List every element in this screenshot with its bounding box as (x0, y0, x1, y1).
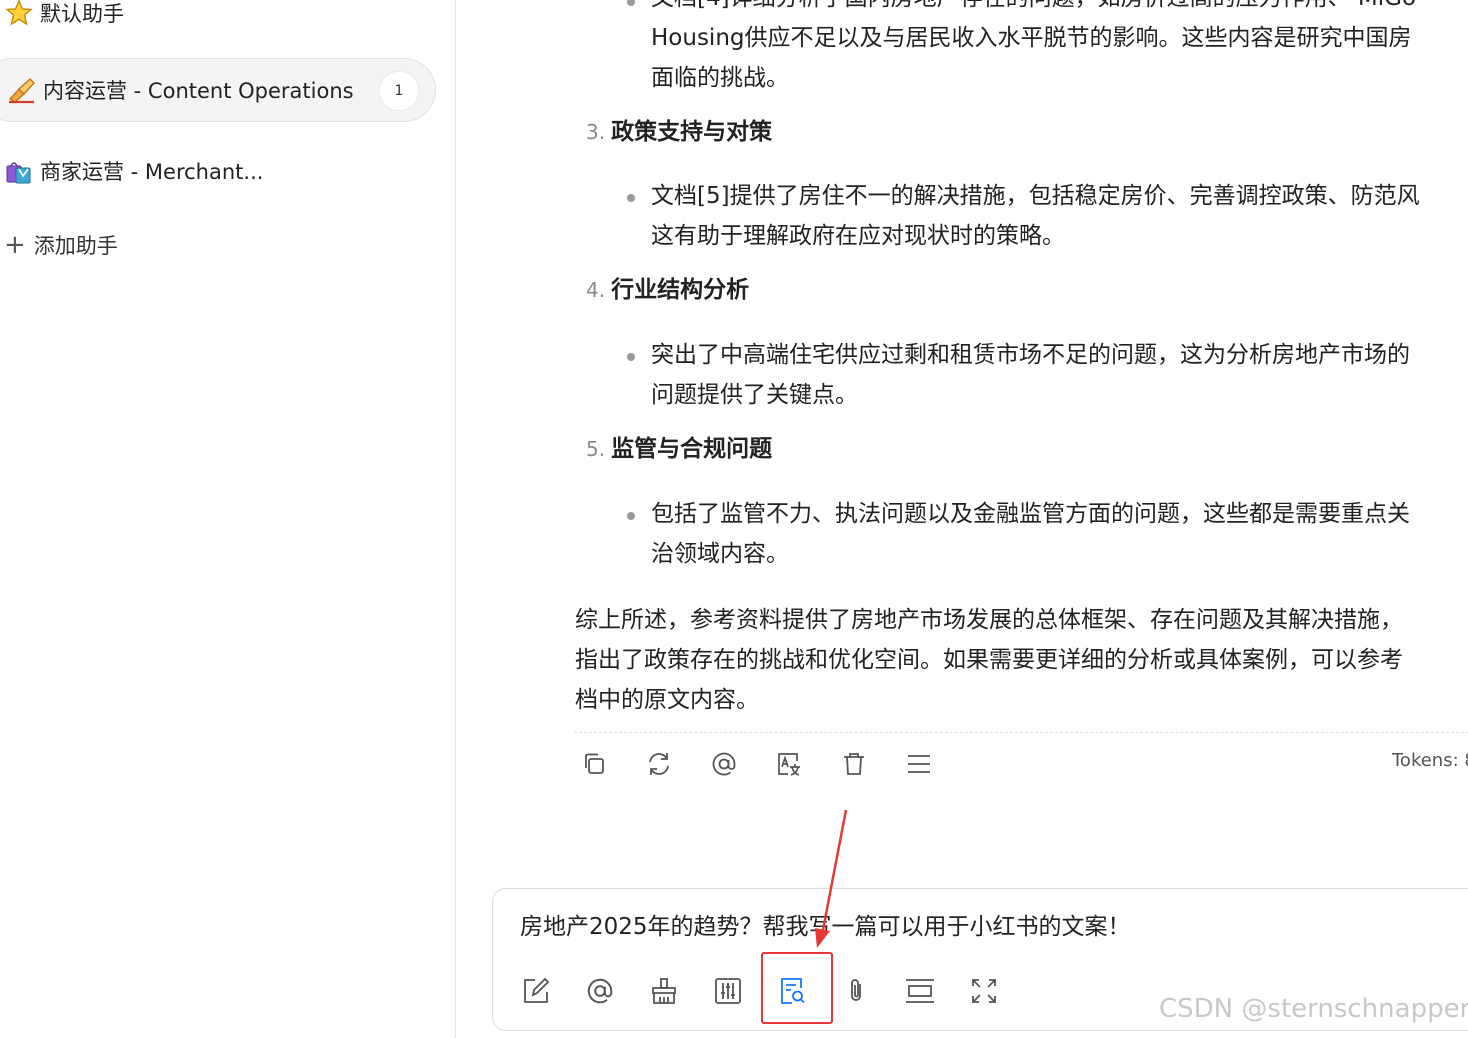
sidebar-item-default-assistant[interactable]: 默认助手 (0, 0, 124, 32)
copy-icon[interactable] (574, 744, 614, 784)
mention-model-icon[interactable] (580, 971, 620, 1011)
summary-line: 指出了政策存在的挑战和优化空间。如果需要更详细的分析或具体案例，可以参考 (575, 647, 1403, 673)
app: 默认助手 内容运营 - Content Operations 1 商家运营 - … (0, 0, 1468, 1038)
message-line: 文档[5]提供了房住不一的解决措施，包括稳定房价、完善调控政策、防范风 (651, 183, 1420, 209)
message-line: 包括了监管不力、执法问题以及金融监管方面的问题，这些都是需要重点关 (651, 501, 1410, 527)
message-line: 突出了中高端住宅供应过剩和租赁市场不足的问题，这为分析房地产市场的 (651, 342, 1410, 368)
chat-input-text[interactable]: 房地产2025年的趋势？帮我写一篇可以用于小红书的文案！ (520, 907, 1131, 941)
sidebar-item-label: 内容运营 - Content Operations (43, 79, 354, 103)
sidebar-item-merchant-operations[interactable]: 商家运营 - Merchant... (0, 152, 263, 190)
message-line: 问题提供了关键点。 (651, 382, 858, 408)
message-line: 面临的挑战。 (651, 65, 789, 91)
settings-sliders-icon[interactable] (708, 971, 748, 1011)
section-title: 监管与合规问题 (611, 436, 773, 462)
message-line: Housing供应不足以及与居民收入水平脱节的影响。这些内容是研究中国房 (651, 25, 1412, 51)
assistant-message: 文档[4]详细分析了国内房地产存在的问题，如房价过高的压力作用、 MiGo Ho… (456, 0, 1468, 800)
message-toolbar (574, 744, 964, 784)
mention-icon[interactable] (704, 744, 744, 784)
star-icon (5, 0, 33, 26)
menu-icon[interactable] (899, 744, 939, 784)
sidebar: 默认助手 内容运营 - Content Operations 1 商家运营 - … (0, 0, 456, 1038)
add-assistant-button[interactable]: + 添加助手 (4, 230, 118, 260)
section-title: 行业结构分析 (611, 277, 750, 303)
section-number: 3. (586, 120, 606, 144)
sidebar-item-label: 商家运营 - Merchant... (40, 160, 264, 184)
attachment-icon[interactable] (836, 971, 876, 1011)
sidebar-item-content-operations[interactable]: 内容运营 - Content Operations 1 (0, 58, 436, 122)
bullet-dot (627, 512, 635, 520)
bullet-dot (627, 353, 635, 361)
message-line: 这有助于理解政府在应对现状时的策略。 (651, 223, 1065, 249)
summary-line: 综上所述，参考资料提供了房地产市场发展的总体框架、存在问题及其解决措施， (575, 607, 1403, 633)
input-toolbar (516, 971, 1028, 1011)
bullet-dot (627, 194, 635, 202)
watermark: CSDN @sternschnapper (1159, 994, 1468, 1024)
section-heading: 4. 行业结构分析 (586, 270, 749, 310)
summary-line: 档中的原文内容。 (575, 687, 759, 713)
chat-area: 文档[4]详细分析了国内房地产存在的问题，如房价过高的压力作用、 MiGo Ho… (456, 0, 1468, 1038)
add-assistant-label: 添加助手 (33, 234, 118, 258)
topic-count-badge: 1 (379, 71, 419, 111)
translate-icon[interactable] (769, 744, 809, 784)
section-number: 4. (586, 278, 606, 302)
section-heading: 5. 监管与合规问题 (586, 429, 772, 469)
fold-lines-icon[interactable] (900, 971, 940, 1011)
new-topic-icon[interactable] (516, 971, 556, 1011)
delete-icon[interactable] (834, 744, 874, 784)
message-line: 治领域内容。 (651, 541, 789, 567)
message-line: 文档[4]详细分析了国内房地产存在的问题，如房价过高的压力作用、 MiGo (651, 0, 1468, 18)
sidebar-item-label: 默认助手 (40, 2, 124, 26)
section-heading: 3. 政策支持与对策 (586, 112, 772, 152)
plus-icon: + (4, 230, 26, 260)
shopping-bags-icon (6, 162, 31, 184)
regenerate-icon[interactable] (639, 744, 679, 784)
section-number: 5. (586, 437, 606, 461)
bullet-dot (627, 0, 635, 6)
clear-context-icon[interactable] (644, 971, 684, 1011)
token-count: Tokens: 8 (1392, 750, 1468, 771)
message-divider (574, 732, 1468, 733)
section-title: 政策支持与对策 (611, 119, 773, 145)
knowledge-base-search-icon[interactable] (772, 971, 812, 1011)
writing-hand-icon (9, 78, 35, 104)
expand-fullscreen-icon[interactable] (964, 971, 1004, 1011)
